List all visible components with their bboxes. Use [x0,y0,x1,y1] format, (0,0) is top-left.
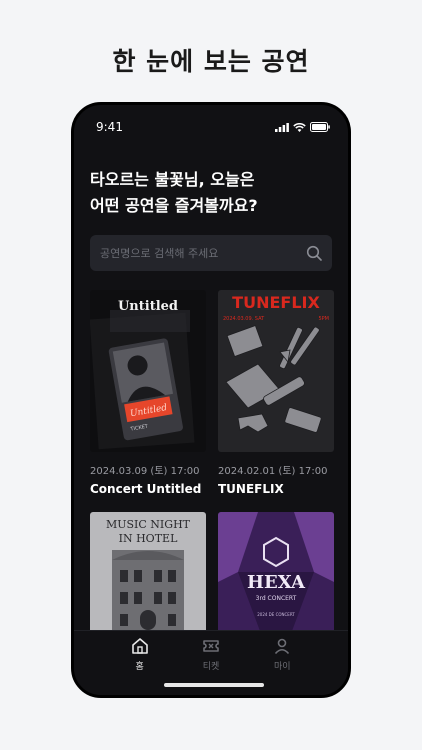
poster-untitled-title: Untitled [118,299,178,314]
search-input[interactable] [100,246,306,260]
phone-frame: 9:41 타오르는 불꽃님, 오늘은 어떤 공연을 즐겨볼까요? 공연명으로 검… [71,102,351,698]
wifi-icon [293,122,306,132]
status-icons [275,122,330,132]
poster-tuneflix-date: 2024.03.09. SAT [223,316,265,322]
tab-my[interactable]: 마이 [257,631,307,695]
search-icon[interactable] [306,245,322,261]
concert-date: 2024.03.09 (토) 17:00 [90,466,200,477]
battery-icon [310,122,330,132]
poster-tuneflix-art: TUNEFLIX 2024.03.09. SAT 5PM [218,290,334,452]
poster-tuneflix-title: TUNEFLIX [232,293,320,312]
poster-untitled-art: Untitled Untitled TICKET [90,290,206,452]
poster-music-night-line2: IN HOTEL [119,532,178,545]
poster-hexa-foot: 2024 DE CONCERT [257,612,295,617]
tab-home-label: 홈 [135,662,144,672]
poster-untitled[interactable]: Untitled Untitled TICKET [90,290,206,452]
tab-home[interactable]: 홈 [115,631,165,695]
concert-title: Concert Untitled [90,482,202,496]
ticket-icon [203,640,219,652]
app-screen: 9:41 타오르는 불꽃님, 오늘은 어떤 공연을 즐겨볼까요? 공연명으로 검… [74,105,348,695]
status-bar: 9:41 [96,119,330,135]
signal-icon [275,122,289,132]
home-icon [131,638,148,654]
poster-tuneflix-time: 5PM [318,316,329,322]
tab-ticket[interactable]: 티켓 [186,631,236,695]
concert-date: 2024.02.01 (토) 17:00 [218,466,328,477]
home-indicator [164,683,264,687]
person-icon [275,638,290,655]
concert-card-tuneflix[interactable]: TUNEFLIX 2024.03.09. SAT 5PM 2024.02.01 … [218,290,334,496]
concert-card-untitled[interactable]: Untitled Untitled TICKET 2024.03.09 (토) … [90,290,206,496]
poster-hexa-title: HEXA [247,572,306,593]
greeting-line-2: 어떤 공연을 즐겨볼까요? [90,196,258,215]
tab-my-label: 마이 [274,662,291,672]
tab-ticket-label: 티켓 [202,662,220,672]
poster-hexa-sub: 3rd CONCERT [256,595,297,602]
greeting-line-1: 타오르는 불꽃님, 오늘은 [90,170,255,189]
greeting: 타오르는 불꽃님, 오늘은 어떤 공연을 즐겨볼까요? [90,167,332,219]
concert-grid: Untitled Untitled TICKET 2024.03.09 (토) … [90,290,334,674]
headline: 한 눈에 보는 공연 [112,47,310,76]
status-time: 9:41 [96,120,123,134]
search-bar[interactable] [90,235,332,271]
tab-bar: 홈 티켓 마이 [74,630,348,695]
poster-tuneflix[interactable]: TUNEFLIX 2024.03.09. SAT 5PM [218,290,334,452]
poster-music-night-line1: MUSIC NIGHT [106,518,191,531]
concert-title: TUNEFLIX [218,482,284,496]
